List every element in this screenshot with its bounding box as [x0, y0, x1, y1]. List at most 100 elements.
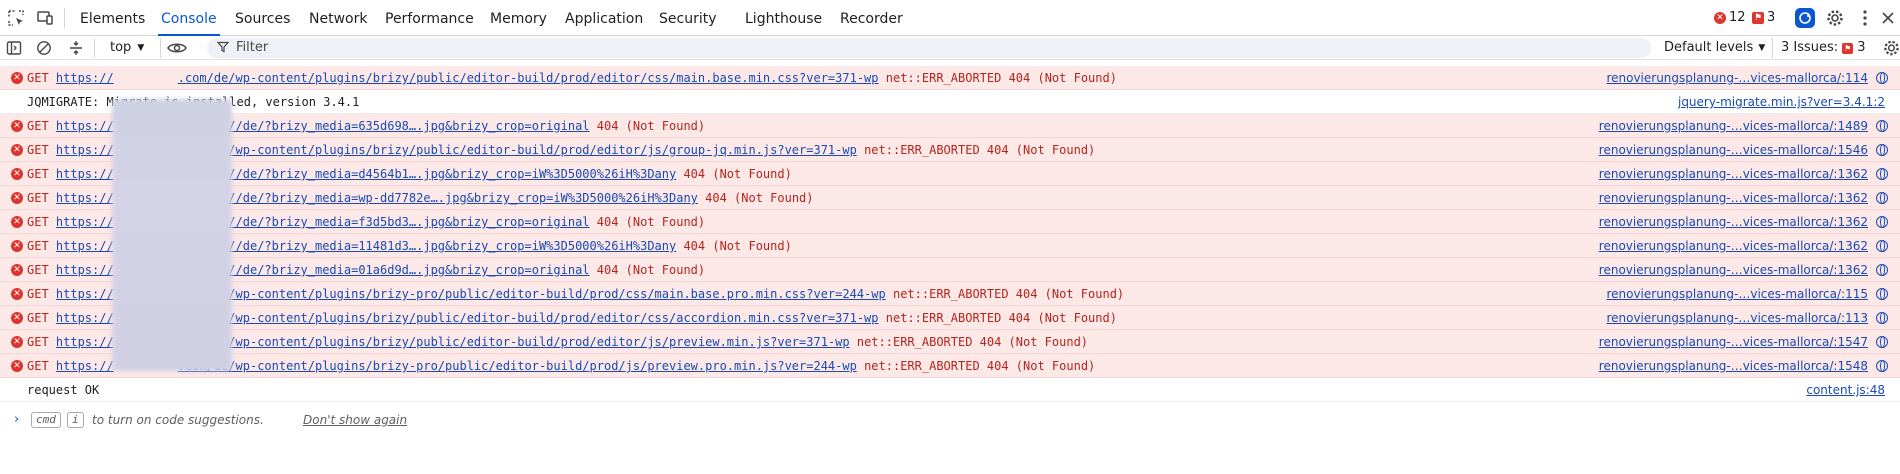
- source-link[interactable]: renovierungsplanung-…vices-mallorca/:154…: [1599, 330, 1868, 354]
- error-message-row[interactable]: ✕ GET https:// .com/de//de/?brizy_media=d4…: [0, 162, 1900, 186]
- error-status: net::ERR_ABORTED 404 (Not Found): [885, 71, 1117, 85]
- source-link[interactable]: renovierungsplanung-…vices-mallorca/:154…: [1599, 138, 1868, 162]
- error-status: 404 (Not Found): [683, 239, 792, 253]
- live-expression-eye-icon[interactable]: [167, 38, 187, 58]
- network-globe-icon[interactable]: [1876, 312, 1888, 324]
- network-globe-icon[interactable]: [1876, 336, 1888, 348]
- source-link[interactable]: renovierungsplanung-…vices-mallorca/:136…: [1599, 186, 1868, 210]
- url-path: .com/de//de/?brizy_media=d4564b1….jpg&br…: [177, 167, 677, 181]
- source-link[interactable]: jquery-migrate.min.js?ver=3.4.1:2: [1678, 90, 1885, 114]
- tab-security[interactable]: Security: [659, 0, 717, 36]
- flag-icon: ⚑: [1752, 11, 1764, 24]
- error-message-row[interactable]: ✕ GET https:// .com/de/wp-content/plugins/…: [0, 282, 1900, 306]
- message-source: renovierungsplanung-…vices-mallorca/:154…: [1599, 138, 1900, 162]
- request-method: GET: [27, 359, 49, 373]
- source-link[interactable]: renovierungsplanung-…vices-mallorca/:154…: [1599, 354, 1868, 378]
- ai-assistant-icon[interactable]: [1795, 8, 1815, 28]
- request-method: GET: [27, 311, 49, 325]
- request-method: GET: [27, 191, 49, 205]
- device-toolbar-icon[interactable]: [35, 8, 55, 28]
- tab-elements[interactable]: Elements: [80, 0, 145, 36]
- issues-counter[interactable]: ⚑ 3: [1752, 10, 1775, 25]
- request-method: GET: [27, 119, 49, 133]
- clear-console-icon[interactable]: [34, 38, 54, 58]
- tab-network[interactable]: Network: [309, 0, 367, 36]
- error-message-row[interactable]: ✕ GET https:// .com/de/wp-content/plugins/…: [0, 354, 1900, 378]
- error-message-row[interactable]: ✕ GET https:// .com/de//de/?brizy_media=f3…: [0, 210, 1900, 234]
- request-method: GET: [27, 335, 49, 349]
- more-options-icon[interactable]: [1855, 8, 1875, 28]
- network-globe-icon[interactable]: [1876, 360, 1888, 372]
- error-message-row[interactable]: ✕ GET https:// .com/de/wp-content/plugins/…: [0, 306, 1900, 330]
- source-link[interactable]: renovierungsplanung-…vices-mallorca/:136…: [1599, 162, 1868, 186]
- message-source: renovierungsplanung-…vices-mallorca/:154…: [1599, 354, 1900, 378]
- prompt-hint-text: to turn on code suggestions.: [92, 413, 264, 427]
- error-message-row[interactable]: ✕ GET https:// .com/de//de/?brizy_media=01…: [0, 258, 1900, 282]
- error-message-row[interactable]: ✕ GET https:// .com/de/wp-content/plugins/…: [0, 66, 1900, 90]
- error-icon: ✕: [11, 144, 23, 156]
- settings-gear-icon[interactable]: [1825, 8, 1845, 28]
- error-message-row[interactable]: ✕ GET https:// .com/de/wp-content/plugins/…: [0, 138, 1900, 162]
- console-prompt[interactable]: › cmd i to turn on code suggestions. Don…: [0, 408, 1900, 432]
- error-counter[interactable]: ✕ 12: [1714, 10, 1746, 25]
- context-selector[interactable]: top ▼: [110, 36, 144, 60]
- dont-show-again-link[interactable]: Don't show again: [303, 408, 407, 432]
- network-globe-icon[interactable]: [1876, 168, 1888, 180]
- error-icon: ✕: [11, 312, 23, 324]
- redacted-domain-blur: [112, 99, 232, 371]
- error-message-row[interactable]: ✕ GET https:// .com/de/wp-content/plugins/…: [0, 330, 1900, 354]
- network-globe-icon[interactable]: [1876, 288, 1888, 300]
- tab-performance[interactable]: Performance: [385, 0, 474, 36]
- log-message-row[interactable]: request OK content.js:48: [0, 378, 1900, 402]
- error-icon: ✕: [11, 240, 23, 252]
- tab-recorder[interactable]: Recorder: [840, 0, 903, 36]
- error-icon: ✕: [11, 360, 23, 372]
- error-status: net::ERR_ABORTED 404 (Not Found): [892, 287, 1125, 301]
- network-globe-icon[interactable]: [1876, 192, 1888, 204]
- source-link[interactable]: renovierungsplanung-…vices-mallorca/:136…: [1599, 258, 1868, 282]
- url-scheme: https://: [55, 71, 114, 85]
- request-method: GET: [27, 215, 49, 229]
- request-url[interactable]: https:// .com/de/wp-content/plugins/brizy…: [56, 71, 879, 85]
- source-link[interactable]: renovierungsplanung-…vices-mallorca/:136…: [1599, 210, 1868, 234]
- url-path: .com/de//de/?brizy_media=f3d5bd3….jpg&br…: [177, 215, 590, 229]
- message-source: renovierungsplanung-…vices-mallorca/:154…: [1599, 330, 1900, 354]
- network-globe-icon[interactable]: [1876, 144, 1888, 156]
- source-link[interactable]: renovierungsplanung-…vices-mallorca/:115: [1606, 282, 1868, 306]
- network-globe-icon[interactable]: [1876, 240, 1888, 252]
- log-levels-dropdown[interactable]: Default levels ▼: [1664, 36, 1765, 60]
- log-message-row[interactable]: JQMIGRATE: Migrate is installed, version…: [0, 90, 1900, 114]
- source-link[interactable]: renovierungsplanung-…vices-mallorca/:148…: [1599, 114, 1868, 138]
- tab-memory[interactable]: Memory: [490, 0, 547, 36]
- devtools-tabbar: Elements Console Sources Network Perform…: [0, 0, 1900, 36]
- filter-input[interactable]: Filter: [207, 38, 1651, 58]
- source-link[interactable]: content.js:48: [1806, 378, 1885, 402]
- error-message-row[interactable]: ✕ GET https:// .com/de//de/?brizy_media=63…: [0, 114, 1900, 138]
- prompt-chevron-icon: ›: [14, 412, 20, 427]
- request-method: GET: [27, 239, 49, 253]
- tab-sources[interactable]: Sources: [235, 0, 290, 36]
- network-globe-icon[interactable]: [1876, 72, 1888, 84]
- chevron-down-icon: ▼: [1758, 43, 1766, 53]
- source-link[interactable]: renovierungsplanung-…vices-mallorca/:136…: [1599, 234, 1868, 258]
- message-source: renovierungsplanung-…vices-mallorca/:136…: [1599, 162, 1900, 186]
- source-link[interactable]: renovierungsplanung-…vices-mallorca/:114: [1606, 66, 1868, 90]
- network-globe-icon[interactable]: [1876, 264, 1888, 276]
- error-message-row[interactable]: ✕ GET https:// .com/de//de/?brizy_media=11…: [0, 234, 1900, 258]
- console-settings-icon[interactable]: [1883, 38, 1900, 58]
- network-globe-icon[interactable]: [1876, 216, 1888, 228]
- tab-lighthouse[interactable]: Lighthouse: [745, 0, 822, 36]
- tab-application[interactable]: Application: [565, 0, 643, 36]
- sidebar-toggle-icon[interactable]: [4, 38, 24, 58]
- issues-button[interactable]: 3 Issues: ⚑ 3: [1781, 36, 1865, 60]
- inspect-element-icon[interactable]: [6, 8, 26, 28]
- error-icon: ✕: [11, 264, 23, 276]
- url-path: .com/de/wp-content/plugins/brizy-pro/pub…: [177, 359, 857, 373]
- group-similar-icon[interactable]: [66, 38, 86, 58]
- error-message-row[interactable]: ✕ GET https:// .com/de//de/?brizy_media=wp…: [0, 186, 1900, 210]
- source-link[interactable]: renovierungsplanung-…vices-mallorca/:113: [1606, 306, 1868, 330]
- close-icon[interactable]: [1878, 8, 1898, 28]
- tab-console[interactable]: Console: [158, 0, 220, 36]
- network-globe-icon[interactable]: [1876, 120, 1888, 132]
- request-method: GET: [27, 287, 49, 301]
